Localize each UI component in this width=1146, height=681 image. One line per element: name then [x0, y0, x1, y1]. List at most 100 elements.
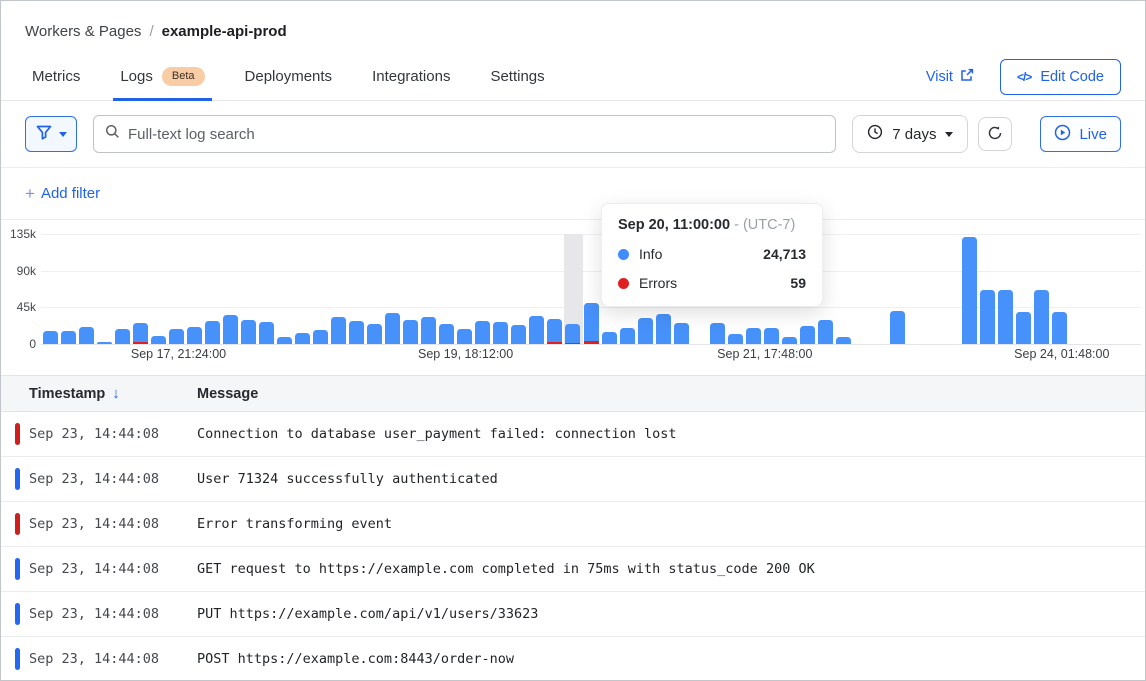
- log-row[interactable]: Sep 23, 14:44:08Connection to database u…: [1, 412, 1145, 457]
- chart-bar[interactable]: [782, 337, 797, 344]
- chart-bar[interactable]: [1052, 312, 1067, 344]
- y-tick-label: 45k: [1, 300, 36, 314]
- chart-bar[interactable]: [331, 317, 346, 344]
- chart-bar[interactable]: [584, 303, 599, 344]
- log-table-body: Sep 23, 14:44:08Connection to database u…: [1, 412, 1145, 681]
- chart-bar[interactable]: [223, 315, 238, 344]
- log-row[interactable]: Sep 23, 14:44:08Error transforming event: [1, 502, 1145, 547]
- chart-bar[interactable]: [800, 326, 815, 344]
- log-timestamp: Sep 23, 14:44:08: [1, 606, 197, 622]
- chart-bar[interactable]: [457, 329, 472, 344]
- chart-bar[interactable]: [890, 311, 905, 344]
- tab-settings[interactable]: Settings: [483, 53, 551, 100]
- sort-descending-icon[interactable]: ↓: [112, 385, 120, 402]
- chart-bar[interactable]: [493, 322, 508, 344]
- chart-bar[interactable]: [151, 336, 166, 344]
- tab-integrations[interactable]: Integrations: [365, 53, 457, 100]
- chart-bar[interactable]: [656, 314, 671, 344]
- filter-dropdown-button[interactable]: [25, 116, 77, 152]
- chart-bar[interactable]: [602, 332, 617, 344]
- edit-code-button[interactable]: </> Edit Code: [1000, 59, 1121, 95]
- visit-link[interactable]: Visit: [926, 68, 974, 86]
- chart-bar[interactable]: [998, 290, 1013, 344]
- bar-info-segment: [259, 322, 274, 344]
- play-circle-icon: [1054, 124, 1071, 145]
- chart-bar[interactable]: [421, 317, 436, 344]
- chart-bar[interactable]: [439, 324, 454, 344]
- chart-bar[interactable]: [547, 319, 562, 344]
- chart-bar[interactable]: [79, 327, 94, 344]
- chart-bar[interactable]: [403, 320, 418, 344]
- log-message: GET request to https://example.com compl…: [197, 561, 1145, 577]
- bar-info-segment: [349, 321, 364, 344]
- chart-bar[interactable]: [620, 328, 635, 344]
- log-timestamp: Sep 23, 14:44:08: [1, 651, 197, 667]
- bar-info-segment: [818, 320, 833, 344]
- chart-bar[interactable]: [187, 327, 202, 344]
- chart-bar[interactable]: [962, 237, 977, 344]
- chart-bar[interactable]: [836, 337, 851, 344]
- chart-bar[interactable]: [169, 329, 184, 344]
- chart-bar[interactable]: [349, 321, 364, 344]
- log-row[interactable]: Sep 23, 14:44:08GET request to https://e…: [1, 547, 1145, 592]
- chart-bar[interactable]: [475, 321, 490, 344]
- chart-bar[interactable]: [97, 342, 112, 344]
- tab-metrics[interactable]: Metrics: [25, 53, 87, 100]
- bar-info-segment: [656, 314, 671, 344]
- time-range-dropdown[interactable]: 7 days: [852, 115, 968, 153]
- breadcrumb-current: example-api-prod: [162, 23, 287, 40]
- clock-icon: [867, 124, 883, 144]
- chart-bar[interactable]: [818, 320, 833, 344]
- chart-bar[interactable]: [367, 324, 382, 344]
- chart-bar[interactable]: [980, 290, 995, 344]
- log-row[interactable]: Sep 23, 14:44:08PUT https://example.com/…: [1, 592, 1145, 637]
- bar-info-segment: [169, 329, 184, 344]
- tooltip-title: Sep 20, 11:00:00 - (UTC-7): [618, 217, 806, 233]
- info-level-indicator: [15, 558, 20, 580]
- chart-bar[interactable]: [638, 318, 653, 344]
- tab-logs[interactable]: Logs Beta: [113, 53, 211, 100]
- chart-bar[interactable]: [674, 323, 689, 344]
- add-filter-button[interactable]: + Add filter: [25, 185, 100, 202]
- chart-bar[interactable]: [241, 320, 256, 344]
- chart-bar[interactable]: [529, 316, 544, 344]
- chart-bar[interactable]: [710, 323, 725, 344]
- refresh-button[interactable]: [978, 117, 1012, 151]
- info-dot-icon: [618, 249, 629, 260]
- tab-deployments[interactable]: Deployments: [238, 53, 340, 100]
- log-row[interactable]: Sep 23, 14:44:08POST https://example.com…: [1, 637, 1145, 681]
- live-button[interactable]: Live: [1040, 116, 1121, 152]
- log-table-header: Timestamp ↓ Message: [1, 375, 1145, 412]
- y-tick-label: 0: [1, 337, 36, 351]
- chart-bar[interactable]: [61, 331, 76, 344]
- breadcrumb-parent-link[interactable]: Workers & Pages: [25, 23, 141, 40]
- chart-bar[interactable]: [259, 322, 274, 344]
- chart-bar[interactable]: [728, 334, 743, 344]
- chart-bar[interactable]: [295, 333, 310, 344]
- chart-plot[interactable]: [41, 234, 1141, 344]
- log-volume-chart: 135k90k45k0 Sep 17, 21:24:00Sep 19, 18:1…: [1, 220, 1145, 375]
- chart-bar[interactable]: [43, 331, 58, 344]
- log-timestamp: Sep 23, 14:44:08: [1, 471, 197, 487]
- chart-bar[interactable]: [313, 330, 328, 344]
- bar-info-segment: [385, 313, 400, 344]
- chart-bar[interactable]: [277, 337, 292, 344]
- bar-info-segment: [746, 328, 761, 344]
- header-actions: Visit </> Edit Code: [926, 59, 1121, 95]
- search-input[interactable]: [128, 126, 824, 143]
- x-tick-label: Sep 21, 17:48:00: [717, 347, 812, 361]
- chart-bar[interactable]: [1034, 290, 1049, 344]
- chart-bar[interactable]: [205, 321, 220, 344]
- bar-info-segment: [493, 322, 508, 344]
- chart-bar[interactable]: [385, 313, 400, 344]
- chart-bar[interactable]: [746, 328, 761, 344]
- breadcrumb: Workers & Pages / example-api-prod: [1, 1, 1145, 40]
- chart-bar[interactable]: [115, 329, 130, 344]
- log-row[interactable]: Sep 23, 14:44:08User 71324 successfully …: [1, 457, 1145, 502]
- chart-bar[interactable]: [764, 328, 779, 344]
- chart-bar[interactable]: [565, 324, 580, 344]
- bar-info-segment: [890, 311, 905, 344]
- chart-bar[interactable]: [1016, 312, 1031, 344]
- chart-bar[interactable]: [133, 323, 148, 344]
- chart-bar[interactable]: [511, 325, 526, 344]
